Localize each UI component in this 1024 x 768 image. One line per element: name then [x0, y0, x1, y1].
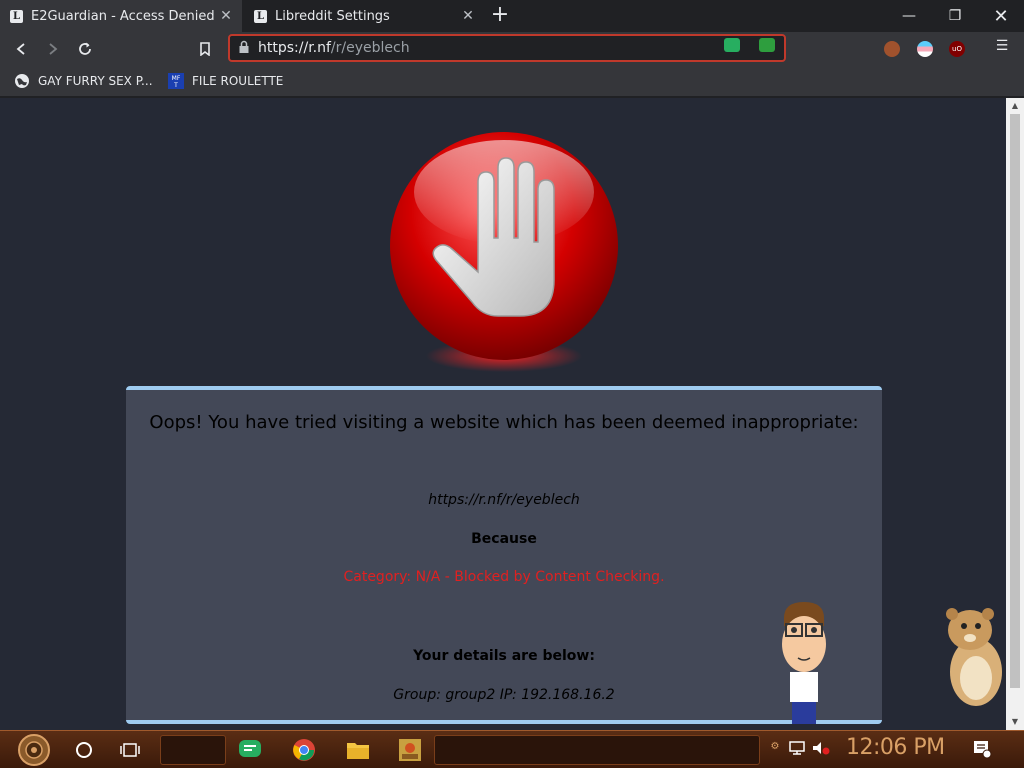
tab-e2guardian[interactable]: L E2Guardian - Access Denied ✕ [0, 0, 242, 32]
svg-text:T: T [173, 82, 178, 89]
bookmark-label: FILE ROULETTE [192, 74, 284, 88]
block-reason: Category: N/A - Blocked by Content Check… [343, 569, 665, 585]
flag-extension-icon[interactable] [917, 41, 933, 57]
bookmark-gay-furry[interactable]: GAY FURRY SEX P... [14, 71, 153, 91]
notification-center-icon[interactable] [972, 739, 994, 761]
url-scheme: https:// [258, 40, 309, 56]
browser-menu-icon[interactable]: ☰ [992, 38, 1012, 58]
bookmarks-bar: GAY FURRY SEX P... MF T FILE ROULETTE [0, 65, 1024, 97]
bookmark-icon [200, 42, 210, 56]
scrollbar-thumb[interactable] [1010, 114, 1020, 688]
browser-toolbar: https://r.nf/r/eyeblech uO ☰ [0, 32, 1024, 65]
shield-extension-icon[interactable] [759, 38, 775, 52]
lock-icon [230, 40, 258, 57]
because-label: Because [471, 531, 537, 547]
tab-libreddit-settings[interactable]: L Libreddit Settings ✕ [244, 0, 484, 32]
restore-button[interactable]: ❐ [932, 0, 978, 32]
taskbar: ⚙ 12:06 PM [0, 730, 1024, 768]
network-icon[interactable] [788, 741, 806, 759]
stop-hand-logo [386, 130, 622, 376]
address-bar[interactable]: https://r.nf/r/eyeblech [228, 34, 786, 62]
url-path: /r/eyeblech [330, 40, 410, 56]
close-tab-icon[interactable]: ✕ [460, 8, 476, 24]
start-button-gear-icon[interactable] [10, 733, 58, 767]
close-window-button[interactable]: ✕ [978, 0, 1024, 32]
back-arrow-icon [16, 43, 25, 55]
access-denied-panel: Oops! You have tried visiting a website … [126, 386, 882, 724]
forward-arrow-icon [49, 43, 58, 55]
bookmark-button[interactable] [192, 36, 218, 62]
page-title: Oops! You have tried visiting a website … [149, 412, 859, 433]
tab-title: Libreddit Settings [275, 8, 390, 24]
close-tab-icon[interactable]: ✕ [218, 8, 234, 24]
search-circle-icon[interactable] [70, 736, 98, 764]
ublock-origin-icon[interactable]: uO [949, 41, 965, 57]
chat-app-icon[interactable] [236, 736, 264, 764]
bookmark-file-roulette[interactable]: MF T FILE ROULETTE [168, 71, 283, 91]
blocked-url: https://r.nf/r/eyeblech [428, 492, 580, 508]
forward-button[interactable] [40, 36, 66, 62]
scroll-up-icon[interactable]: ▲ [1006, 98, 1024, 114]
new-tab-button[interactable]: + [488, 4, 512, 28]
taskbar-slot [160, 735, 226, 765]
globe-icon [15, 74, 29, 88]
libreddit-favicon-icon: L [254, 9, 267, 23]
volume-muted-icon[interactable] [812, 741, 830, 759]
reload-button[interactable] [72, 36, 98, 62]
back-button[interactable] [8, 36, 34, 62]
file-roulette-icon: MFT [168, 73, 184, 89]
tab-title: E2Guardian - Access Denied [31, 8, 215, 24]
hamster-mascot-icon [946, 608, 1002, 706]
user-details: Group: group2 IP: 192.168.16.2 [393, 687, 615, 703]
profile-avatar-icon[interactable] [884, 41, 900, 57]
chat-extension-icon[interactable] [724, 38, 740, 52]
page-scrollbar[interactable]: ▲ ▼ [1006, 98, 1024, 730]
url-host: r.nf [308, 40, 331, 56]
file-explorer-icon[interactable] [344, 736, 372, 764]
scroll-down-icon[interactable]: ▼ [1006, 714, 1024, 730]
libreddit-favicon-icon: L [10, 9, 23, 23]
cartoon-man-mascot-icon [782, 602, 826, 724]
taskbar-slot [434, 735, 760, 765]
tab-strip: L E2Guardian - Access Denied ✕ L Libredd… [0, 0, 1024, 32]
tray-overflow-icon[interactable]: ⚙ [766, 741, 784, 759]
details-heading: Your details are below: [413, 648, 595, 664]
bookmark-label: GAY FURRY SEX P... [38, 74, 153, 88]
url-text: https://r.nf/r/eyeblech [258, 40, 410, 56]
chrome-icon[interactable] [290, 736, 318, 764]
svg-text:MF: MF [172, 75, 181, 82]
media-app-icon[interactable] [396, 736, 424, 764]
taskbar-clock[interactable]: 12:06 PM [846, 735, 945, 760]
minimize-button[interactable]: — [886, 0, 932, 32]
page-content: Oops! You have tried visiting a website … [0, 98, 1006, 730]
task-view-icon[interactable] [116, 736, 144, 764]
reload-icon [79, 42, 91, 55]
